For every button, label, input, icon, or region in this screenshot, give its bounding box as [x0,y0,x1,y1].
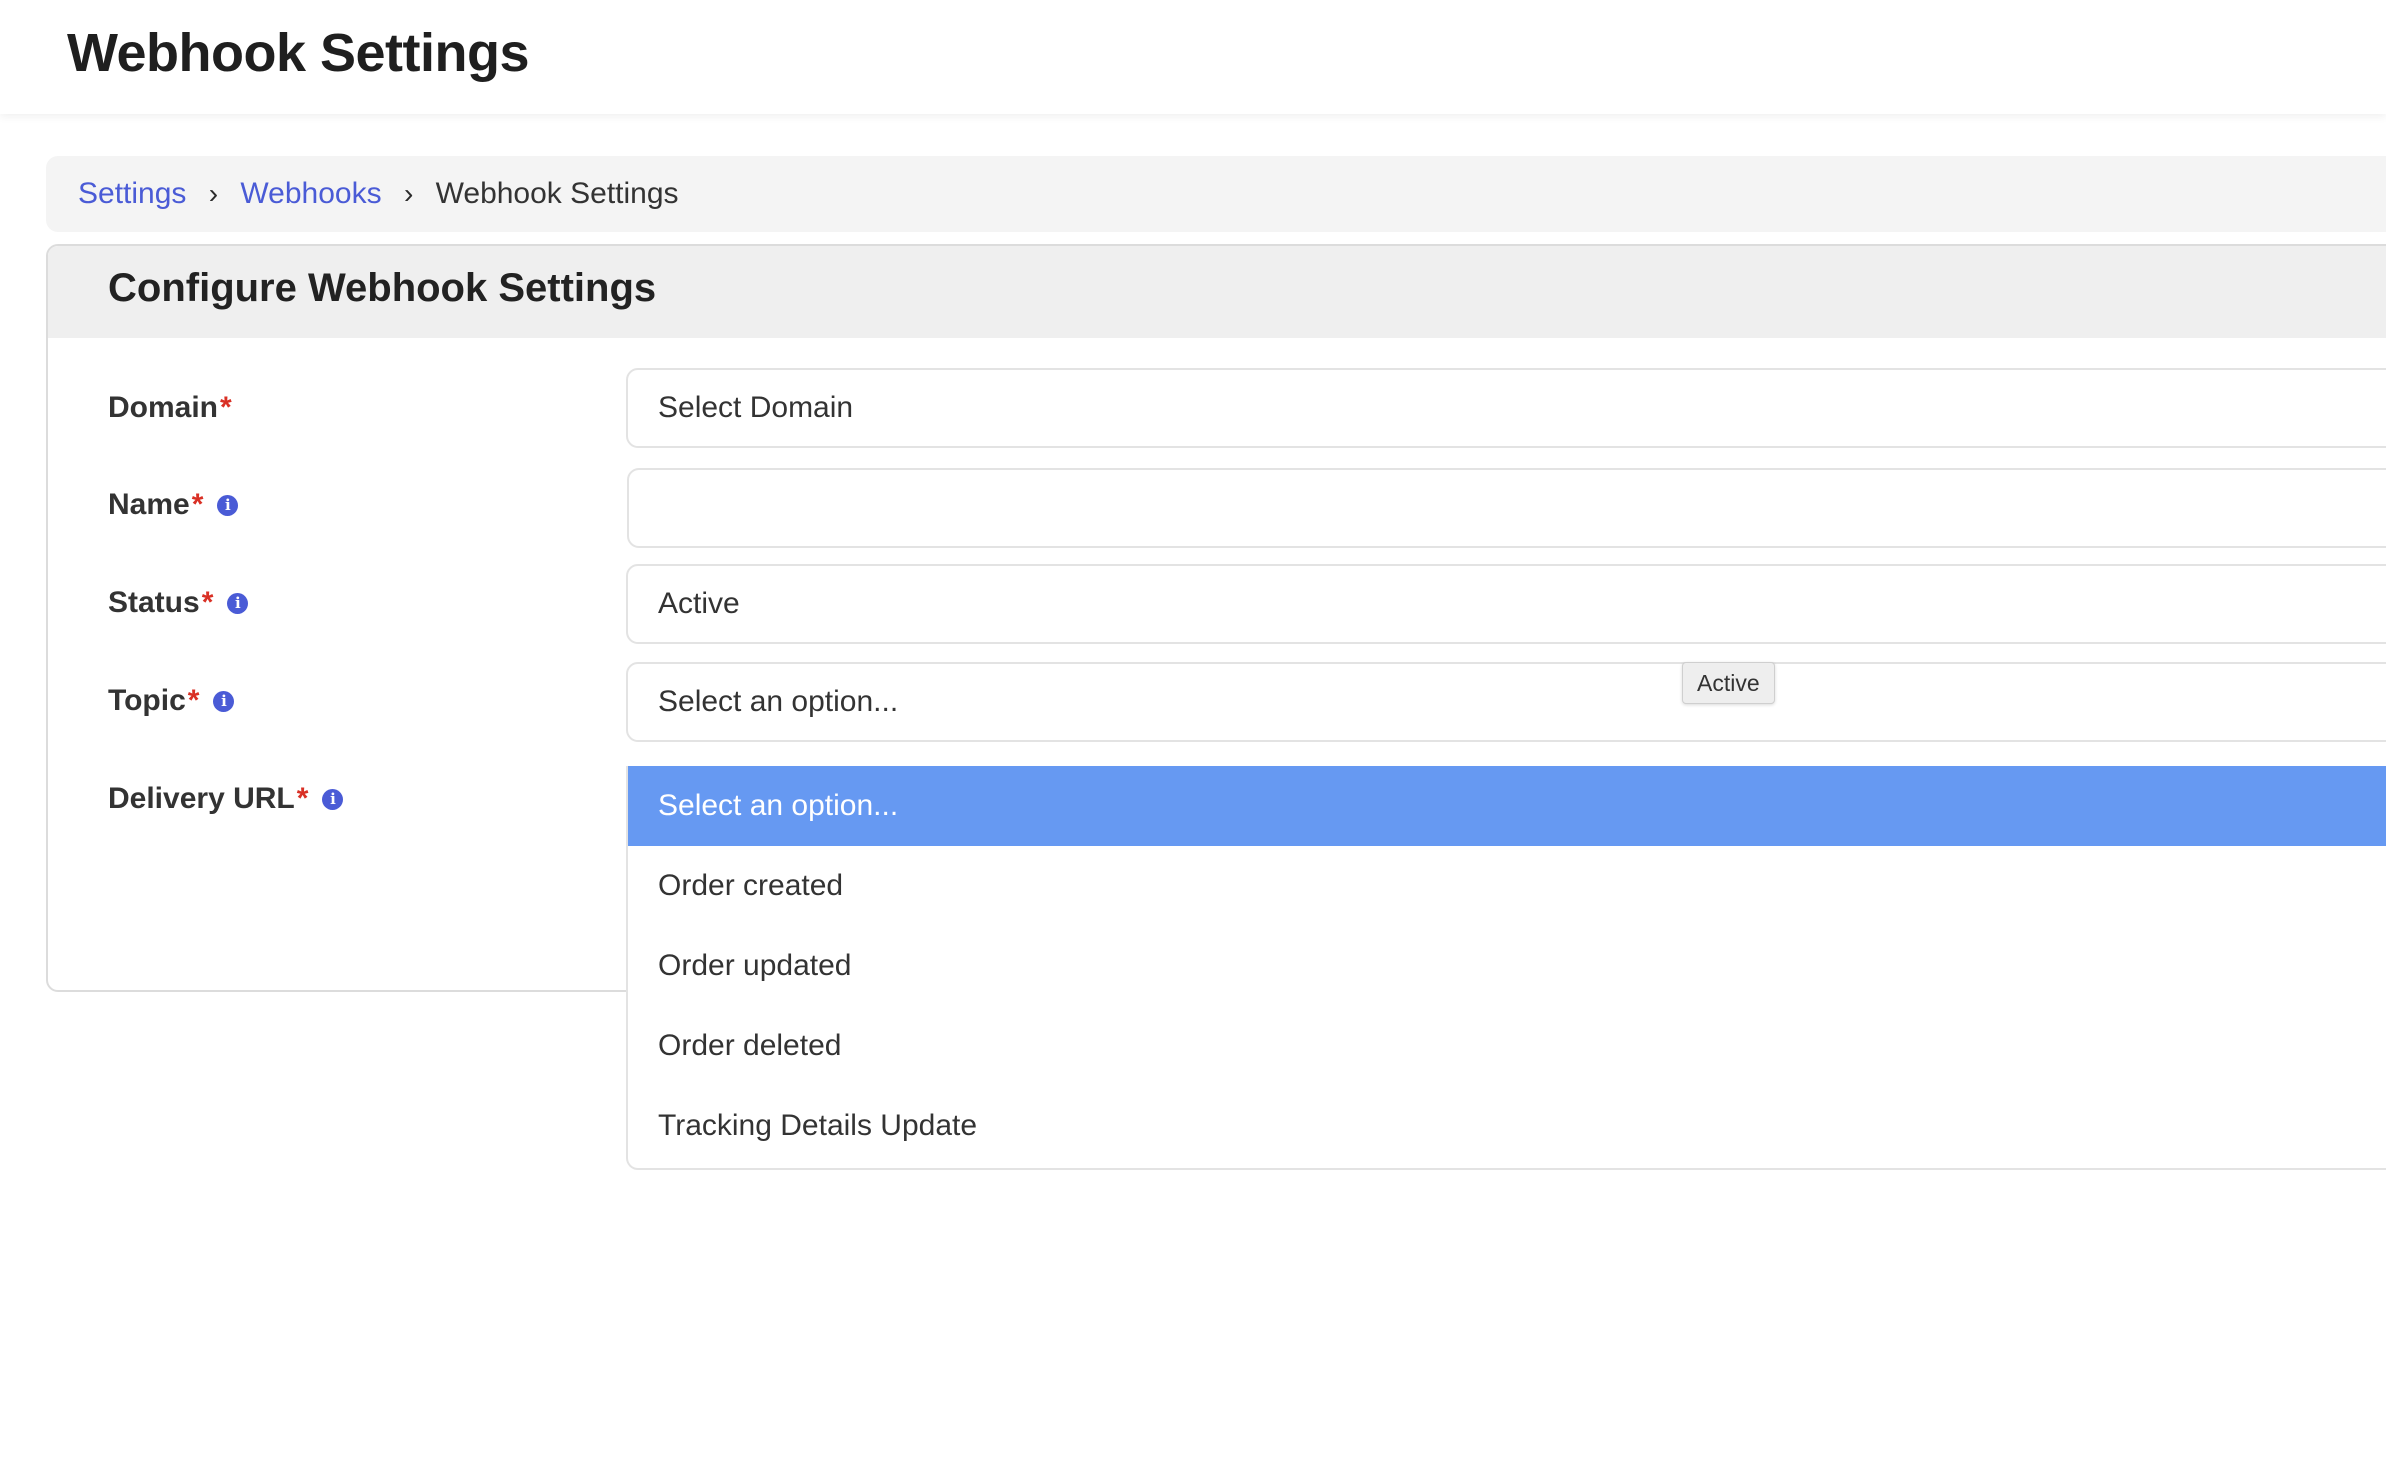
info-icon[interactable]: i [217,494,239,516]
required-marker: * [201,586,214,619]
chevron-right-icon: › [208,178,219,209]
card-header: Configure Webhook Settings [48,246,2386,338]
required-marker: * [220,391,232,424]
topic-option-placeholder[interactable]: Select an option... [628,766,2386,846]
domain-label: Domain * [108,391,232,425]
breadcrumb-settings-link[interactable]: Settings [78,177,186,211]
card-title: Configure Webhook Settings [108,266,657,310]
domain-select-value: Select Domain [658,391,854,424]
status-tooltip: Active [1682,662,1775,704]
topic-option-tracking-details-update[interactable]: Tracking Details Update [628,1086,2386,1166]
topic-label-text: Topic [108,684,186,717]
topic-dropdown-list: Select an option... Order created Order … [626,766,2386,1170]
name-label-text: Name [108,488,190,521]
chevron-right-icon: › [403,178,414,209]
required-marker: * [187,684,200,717]
topic-option-order-created[interactable]: Order created [628,846,2386,926]
name-input[interactable] [627,468,2386,548]
topic-label: Topic * i [108,684,235,718]
breadcrumb: Settings › Webhooks › Webhook Settings [46,156,2386,232]
status-label: Status * i [108,586,249,620]
page-title: Webhook Settings [67,23,530,83]
required-marker: * [191,488,204,521]
status-select[interactable]: Active [626,564,2386,644]
domain-label-text: Domain [108,391,219,424]
name-label: Name * i [108,488,239,522]
topic-select[interactable]: Select an option... [626,662,2386,742]
topic-select-value: Select an option... [658,685,899,718]
delivery-url-label: Delivery URL * i [108,782,344,816]
info-icon[interactable]: i [227,592,249,614]
status-label-text: Status [108,586,200,619]
domain-select[interactable]: Select Domain [626,368,2386,448]
top-bar: Webhook Settings [0,0,2386,114]
info-icon[interactable]: i [213,690,235,712]
breadcrumb-webhooks-link[interactable]: Webhooks [240,177,381,211]
required-marker: * [296,782,309,815]
topic-option-order-updated[interactable]: Order updated [628,926,2386,1006]
topic-option-order-deleted[interactable]: Order deleted [628,1006,2386,1086]
delivery-url-label-text: Delivery URL [108,782,295,815]
info-icon[interactable]: i [322,788,344,810]
status-select-value: Active [658,587,740,620]
breadcrumb-current: Webhook Settings [435,177,679,210]
